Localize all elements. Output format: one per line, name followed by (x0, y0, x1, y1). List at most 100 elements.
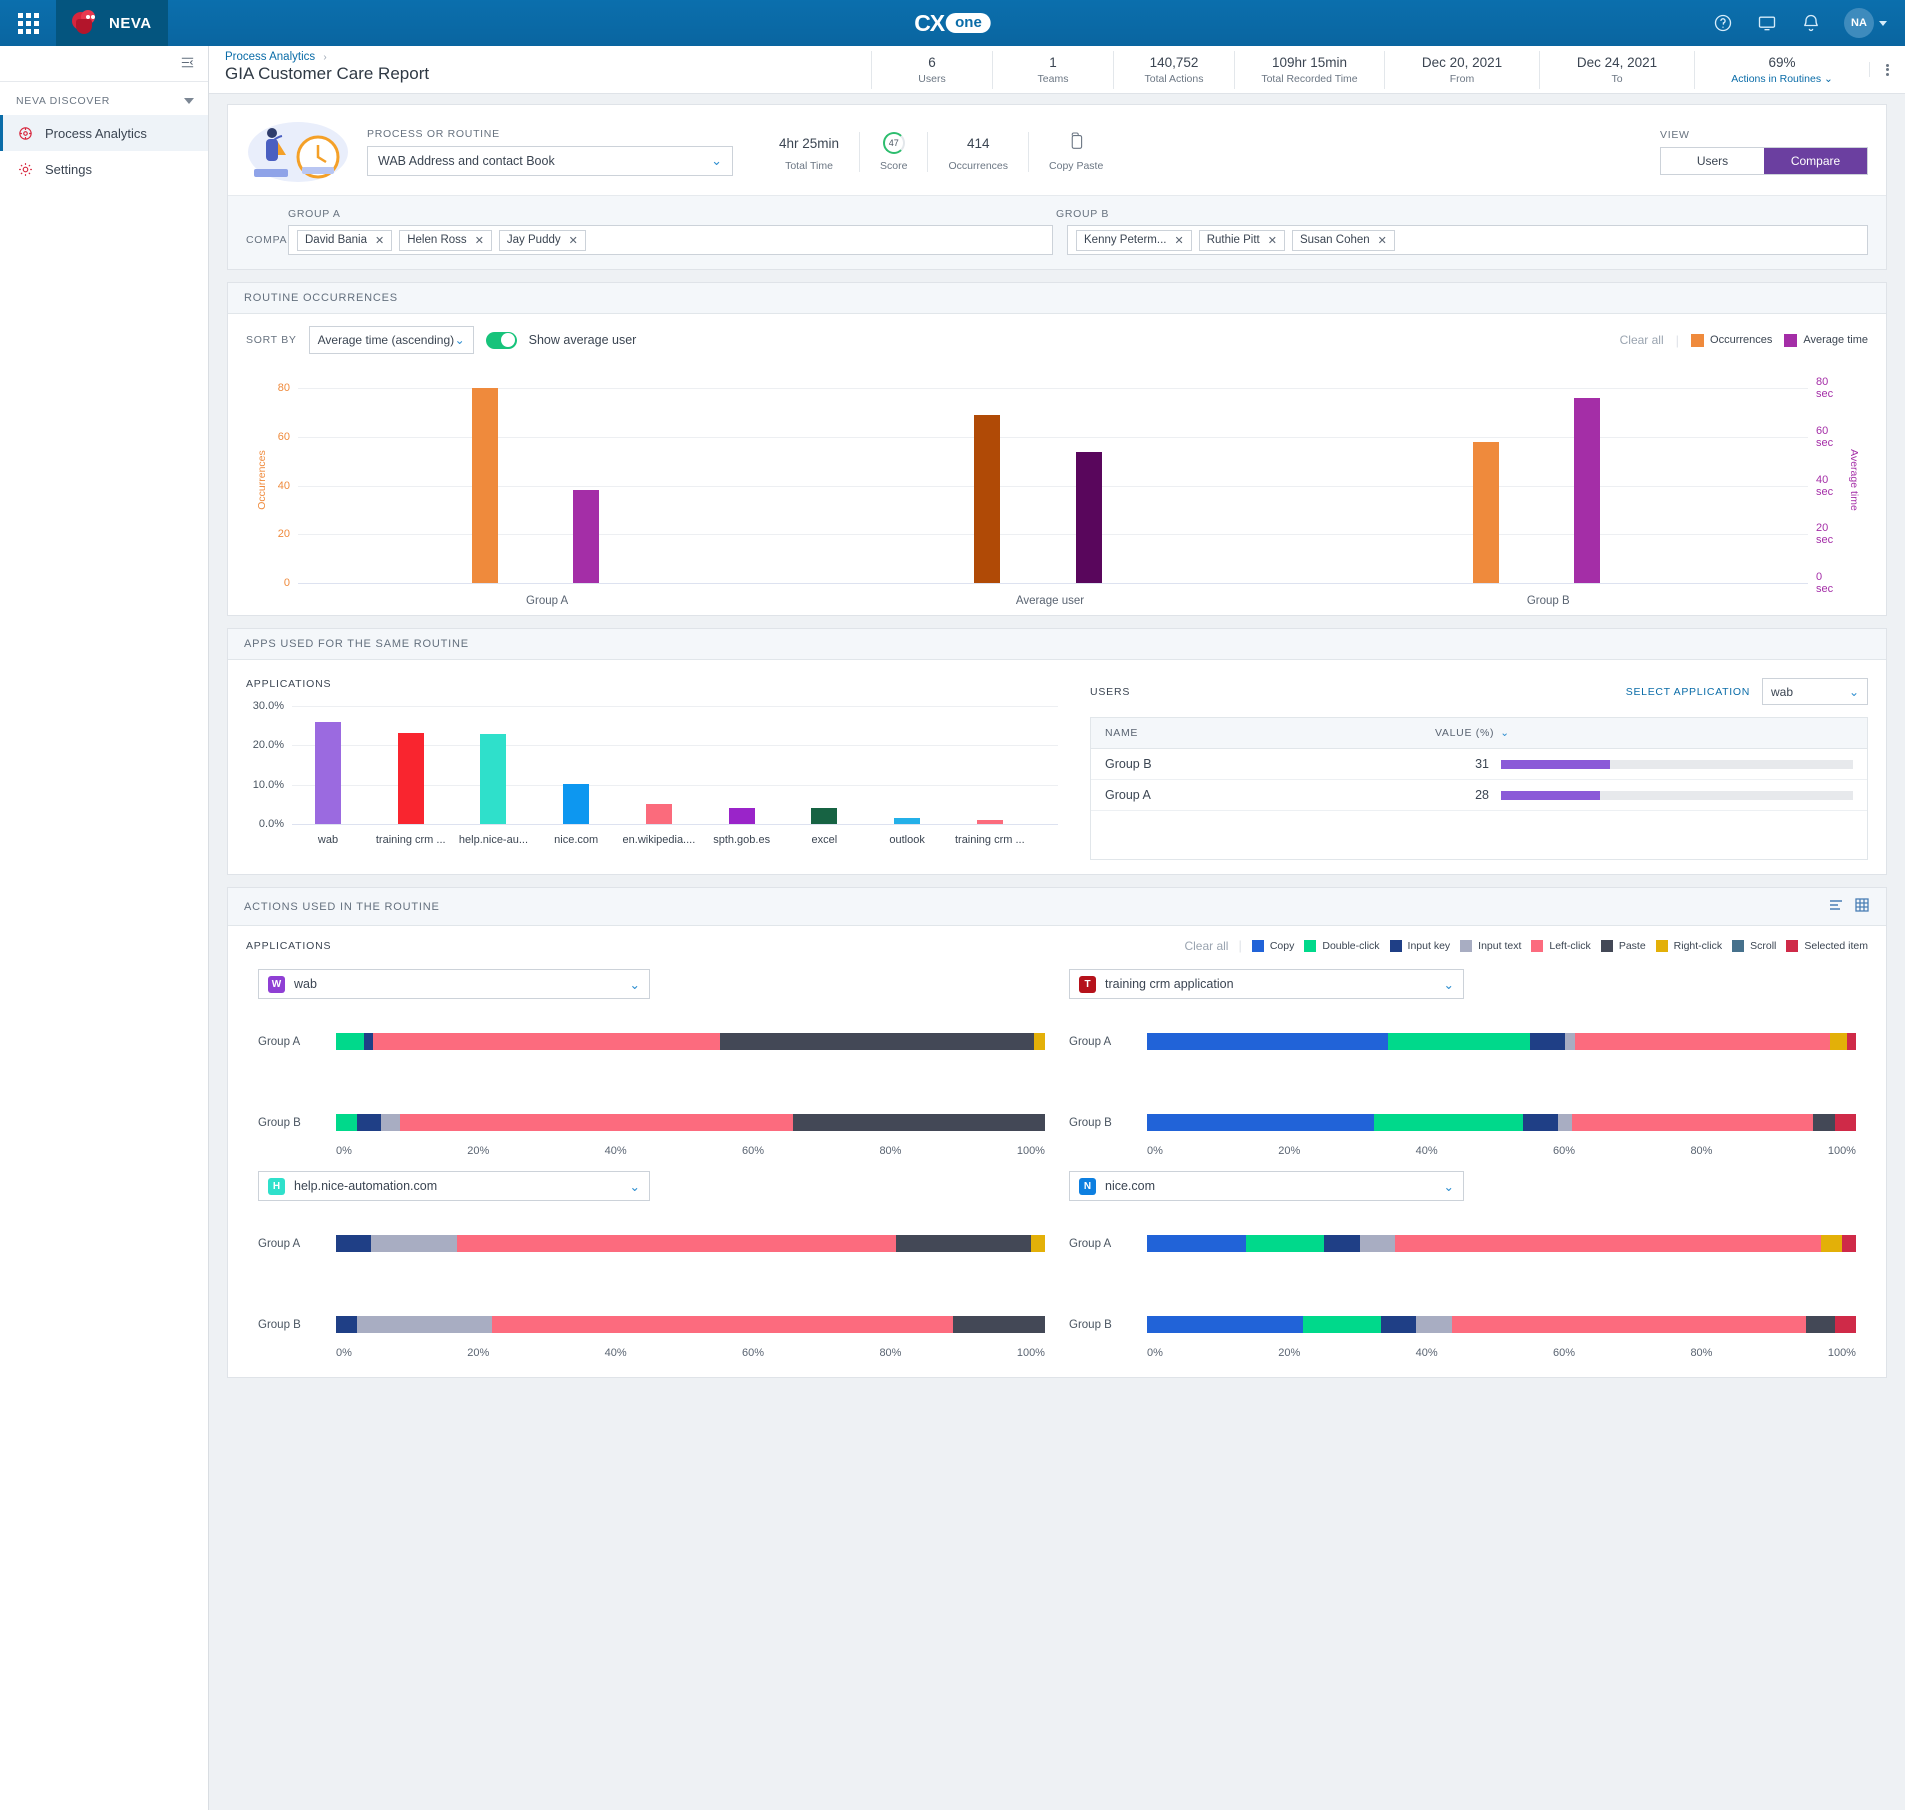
segment-input-key[interactable] (336, 1316, 358, 1333)
user-menu[interactable]: NA (1844, 8, 1887, 38)
legend-item-double-click[interactable]: Double-click (1304, 939, 1380, 952)
segment-input-text[interactable] (381, 1114, 400, 1131)
stacked-bar[interactable] (336, 1235, 1045, 1252)
segment-input-key[interactable] (1522, 1114, 1559, 1131)
bar-view-icon[interactable] (1828, 897, 1844, 916)
breadcrumb[interactable]: Process Analytics › (225, 51, 639, 63)
sidebar-item-settings[interactable]: Settings (0, 151, 208, 187)
segment-double-click[interactable] (336, 1114, 358, 1131)
app-bar[interactable] (397, 732, 424, 824)
breadcrumb-link[interactable]: Process Analytics (225, 51, 315, 63)
chip[interactable]: Susan Cohen ✕ (1291, 229, 1395, 251)
segment-left-click[interactable] (1395, 1235, 1821, 1252)
segment-right-click[interactable] (1820, 1235, 1842, 1252)
segment-copy[interactable] (1147, 1033, 1389, 1050)
chip[interactable]: Helen Ross ✕ (399, 229, 492, 251)
segment-paste[interactable] (1806, 1316, 1835, 1333)
segment-right-click[interactable] (1034, 1033, 1045, 1050)
segment-left-click[interactable] (456, 1235, 897, 1252)
group-b-chip-input[interactable]: Kenny Peterm... ✕ Ruthie Pitt ✕ Susan Co… (1067, 225, 1868, 255)
segment-input-key[interactable] (336, 1235, 372, 1252)
app-bar[interactable] (894, 818, 921, 824)
select-application-dropdown[interactable]: wab ⌄ (1762, 678, 1868, 705)
stacked-bar[interactable] (1147, 1114, 1856, 1131)
segment-input-text[interactable] (1565, 1033, 1576, 1050)
segment-input-text[interactable] (1359, 1235, 1396, 1252)
stacked-bar[interactable] (1147, 1235, 1856, 1252)
stacked-bar[interactable] (336, 1033, 1045, 1050)
stat-actions-in-routines[interactable]: 69% Actions in Routines ⌄ (1694, 50, 1869, 89)
segment-double-click[interactable] (1373, 1114, 1523, 1131)
application-select-help-nice-automation[interactable]: H help.nice-automation.com ⌄ (258, 1171, 650, 1201)
application-select-nice-com[interactable]: N nice.com ⌄ (1069, 1171, 1464, 1201)
legend-item-scroll[interactable]: Scroll (1732, 939, 1776, 952)
segment-left-click[interactable] (372, 1033, 721, 1050)
segment-left-click[interactable] (1451, 1316, 1807, 1333)
clear-all-button[interactable]: Clear all (1184, 939, 1228, 953)
segment-input-key[interactable] (357, 1114, 382, 1131)
bell-icon[interactable] (1800, 12, 1822, 34)
stacked-bar[interactable] (336, 1316, 1045, 1333)
legend-item-right-click[interactable]: Right-click (1655, 939, 1722, 952)
legend-item-left-click[interactable]: Left-click (1531, 939, 1591, 952)
segment-copy[interactable] (1147, 1316, 1303, 1333)
application-select-wab[interactable]: W wab ⌄ (258, 969, 650, 999)
segment-input-key[interactable] (1380, 1316, 1417, 1333)
segment-input-text[interactable] (371, 1235, 457, 1252)
legend-item-paste[interactable]: Paste (1600, 939, 1646, 952)
more-vertical-icon[interactable] (1869, 62, 1905, 77)
stacked-bar[interactable] (336, 1114, 1045, 1131)
view-option-compare[interactable]: Compare (1764, 148, 1867, 174)
segment-paste[interactable] (896, 1235, 1031, 1252)
segment-paste[interactable] (952, 1316, 1045, 1333)
legend-item-average-time[interactable]: Average time (1784, 333, 1868, 347)
clear-all-button[interactable]: Clear all (1620, 333, 1664, 347)
show-average-user-toggle[interactable] (485, 331, 517, 349)
segment-right-click[interactable] (1830, 1033, 1847, 1050)
segment-left-click[interactable] (1572, 1114, 1814, 1131)
sort-by-select[interactable]: Average time (ascending) ⌄ (308, 326, 474, 354)
legend-item-copy[interactable]: Copy (1251, 939, 1294, 952)
column-header-value[interactable]: VALUE (%) (1435, 727, 1494, 739)
segment-selected-item[interactable] (1846, 1033, 1856, 1050)
chip[interactable]: Jay Puddy ✕ (498, 229, 586, 251)
monitor-icon[interactable] (1756, 12, 1778, 34)
segment-left-click[interactable] (1575, 1033, 1831, 1050)
segment-selected-item[interactable] (1834, 1114, 1856, 1131)
stacked-bar[interactable] (1147, 1316, 1856, 1333)
stat-label[interactable]: Actions in Routines ⌄ (1695, 73, 1869, 85)
legend-item-input-key[interactable]: Input key (1389, 939, 1450, 952)
segment-double-click[interactable] (1246, 1235, 1325, 1252)
app-bar[interactable] (728, 808, 755, 824)
legend-item-occurrences[interactable]: Occurrences (1691, 333, 1772, 347)
segment-selected-item[interactable] (1841, 1235, 1856, 1252)
app-bar[interactable] (645, 804, 672, 824)
app-bar[interactable] (480, 733, 507, 824)
neva-brand[interactable]: NEVA (56, 0, 168, 46)
segment-left-click[interactable] (491, 1316, 953, 1333)
chip[interactable]: David Bania ✕ (297, 229, 393, 251)
bar-average-time-group-b[interactable] (1573, 397, 1600, 583)
sidebar-item-process-analytics[interactable]: Process Analytics (0, 115, 208, 151)
close-icon[interactable]: ✕ (1268, 234, 1277, 247)
help-circle-icon[interactable] (1712, 12, 1734, 34)
segment-double-click[interactable] (1388, 1033, 1530, 1050)
application-select-training-crm[interactable]: T training crm application ⌄ (1069, 969, 1464, 999)
collapse-panel-icon[interactable] (179, 54, 196, 74)
segment-input-text[interactable] (357, 1316, 492, 1333)
content-scroll-area[interactable]: PROCESS OR ROUTINE WAB Address and conta… (209, 94, 1905, 1810)
table-row[interactable]: Group B 31 (1091, 749, 1867, 780)
segment-input-text[interactable] (1558, 1114, 1573, 1131)
view-option-users[interactable]: Users (1661, 148, 1764, 174)
legend-item-input-text[interactable]: Input text (1460, 939, 1521, 952)
segment-copy[interactable] (1147, 1114, 1374, 1131)
bar-occurrences-group-a[interactable] (471, 388, 498, 583)
chip[interactable]: Kenny Peterm... ✕ (1076, 229, 1192, 251)
app-bar[interactable] (811, 808, 838, 824)
segment-copy[interactable] (1147, 1235, 1247, 1252)
segment-input-text[interactable] (1416, 1316, 1452, 1333)
close-icon[interactable]: ✕ (1378, 234, 1387, 247)
bar-occurrences-group-b[interactable] (1472, 441, 1499, 583)
bar-average-time-group-a[interactable] (572, 490, 599, 583)
segment-left-click[interactable] (399, 1114, 793, 1131)
